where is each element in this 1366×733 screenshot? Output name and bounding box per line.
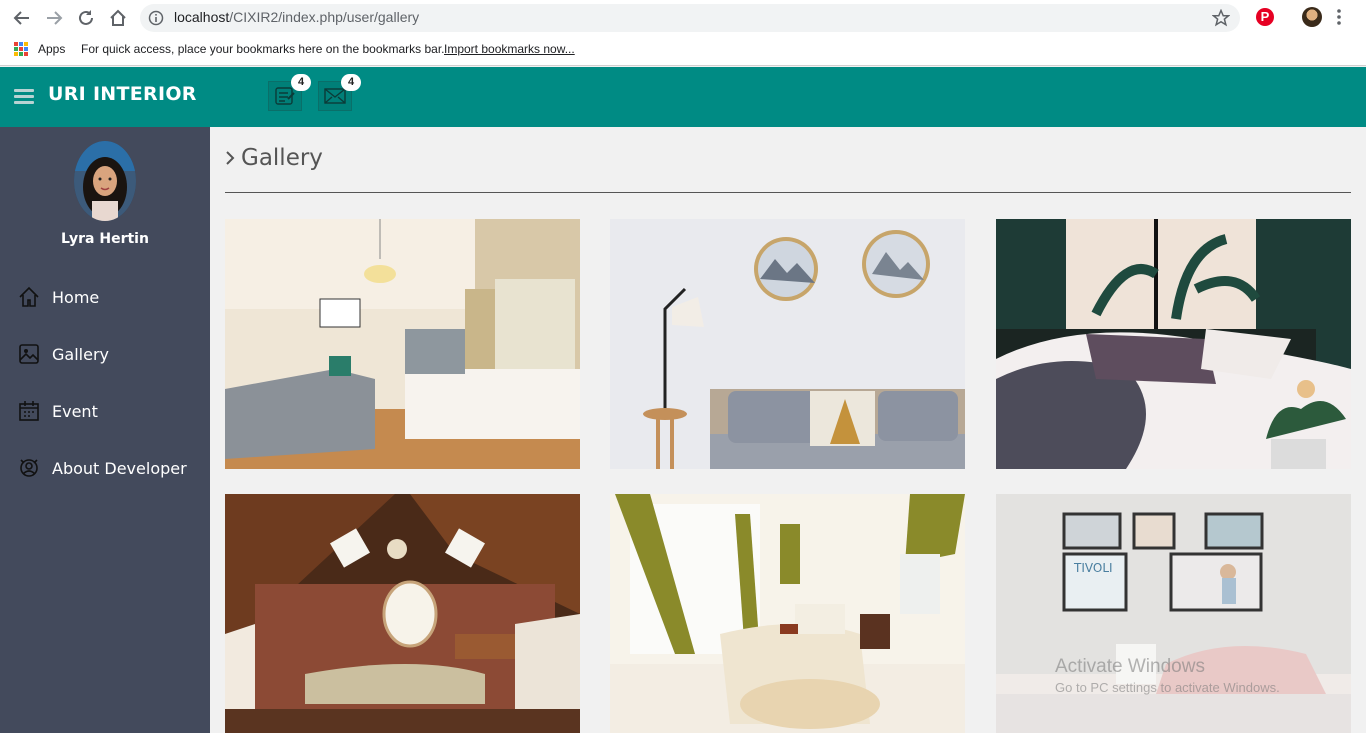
title-divider (225, 192, 1351, 193)
apps-grid-icon[interactable] (14, 42, 28, 56)
image-icon (16, 341, 42, 367)
gallery-image[interactable] (996, 219, 1351, 469)
bookmark-star-icon[interactable] (1212, 9, 1230, 27)
sidebar: Lyra Hertin Home Gallery Event About Dev… (0, 127, 210, 733)
developer-icon (16, 455, 42, 481)
sidebar-item-event[interactable]: Event (16, 395, 206, 427)
chevron-right-icon (225, 150, 235, 166)
gallery-image[interactable] (610, 494, 965, 733)
url-path: /CIXIR2/index.php/user/gallery (229, 9, 420, 25)
kebab-menu-icon[interactable] (1336, 8, 1342, 26)
svg-text:TIVOLI: TIVOLI (1073, 561, 1113, 575)
messages-badge: 4 (341, 74, 361, 91)
sidebar-item-gallery[interactable]: Gallery (16, 338, 206, 370)
reload-icon (79, 10, 93, 25)
gallery-image[interactable] (225, 494, 580, 733)
address-bar[interactable]: localhost/CIXIR2/index.php/user/gallery (140, 4, 1240, 32)
sidebar-item-about-developer[interactable]: About Developer (16, 452, 206, 484)
profile-avatar-icon[interactable] (1302, 7, 1322, 27)
bookmarks-bar: Apps For quick access, place your bookma… (0, 36, 1366, 66)
app-header: URI INTERIOR 4 4 (0, 67, 1366, 127)
sidebar-item-label: Event (52, 401, 98, 421)
home-button[interactable] (106, 6, 130, 30)
home-outline-icon (110, 9, 126, 26)
activate-windows-watermark: Activate Windows Go to PC settings to ac… (1055, 656, 1280, 695)
import-bookmarks-link[interactable]: Import bookmarks now... (444, 42, 575, 56)
forward-arrow-icon (47, 11, 63, 25)
gallery-image[interactable]: TIVOLI (996, 494, 1351, 733)
back-button[interactable] (10, 6, 34, 30)
tasks-button[interactable]: 4 (268, 74, 311, 111)
user-name: Lyra Hertin (61, 231, 149, 247)
url-text[interactable]: localhost/CIXIR2/index.php/user/gallery (174, 9, 419, 25)
sidebar-item-label: About Developer (52, 458, 187, 478)
envelope-icon (324, 88, 346, 104)
tasks-badge: 4 (291, 74, 311, 91)
sidebar-item-label: Gallery (52, 344, 109, 364)
watermark-line1: Activate Windows (1055, 656, 1205, 677)
page-title-text: Gallery (241, 145, 323, 171)
bookmarks-hint: For quick access, place your bookmarks h… (81, 42, 445, 56)
info-icon[interactable] (148, 10, 164, 26)
hamburger-menu-icon[interactable] (14, 89, 34, 105)
page-title: Gallery (225, 145, 323, 171)
reload-button[interactable] (74, 6, 98, 30)
home-icon (16, 284, 42, 310)
sidebar-item-label: Home (52, 287, 100, 307)
watermark-line2: Go to PC settings to activate Windows. (1055, 680, 1280, 695)
calendar-icon (16, 398, 42, 424)
back-arrow-icon (13, 11, 29, 25)
messages-button[interactable]: 4 (318, 74, 361, 111)
apps-shortcut[interactable]: Apps (38, 42, 65, 56)
user-avatar[interactable] (74, 141, 136, 221)
task-list-icon (275, 87, 295, 105)
sidebar-item-home[interactable]: Home (16, 281, 206, 313)
forward-button[interactable] (42, 6, 66, 30)
gallery-image[interactable] (610, 219, 965, 469)
main-content: Gallery TIVOLI (210, 127, 1366, 733)
pinterest-extension-icon[interactable]: P (1256, 8, 1274, 26)
browser-toolbar: localhost/CIXIR2/index.php/user/gallery … (0, 0, 1366, 36)
brand-title[interactable]: URI INTERIOR (48, 83, 197, 105)
url-host: localhost (174, 9, 230, 25)
gallery-image[interactable] (225, 219, 580, 469)
